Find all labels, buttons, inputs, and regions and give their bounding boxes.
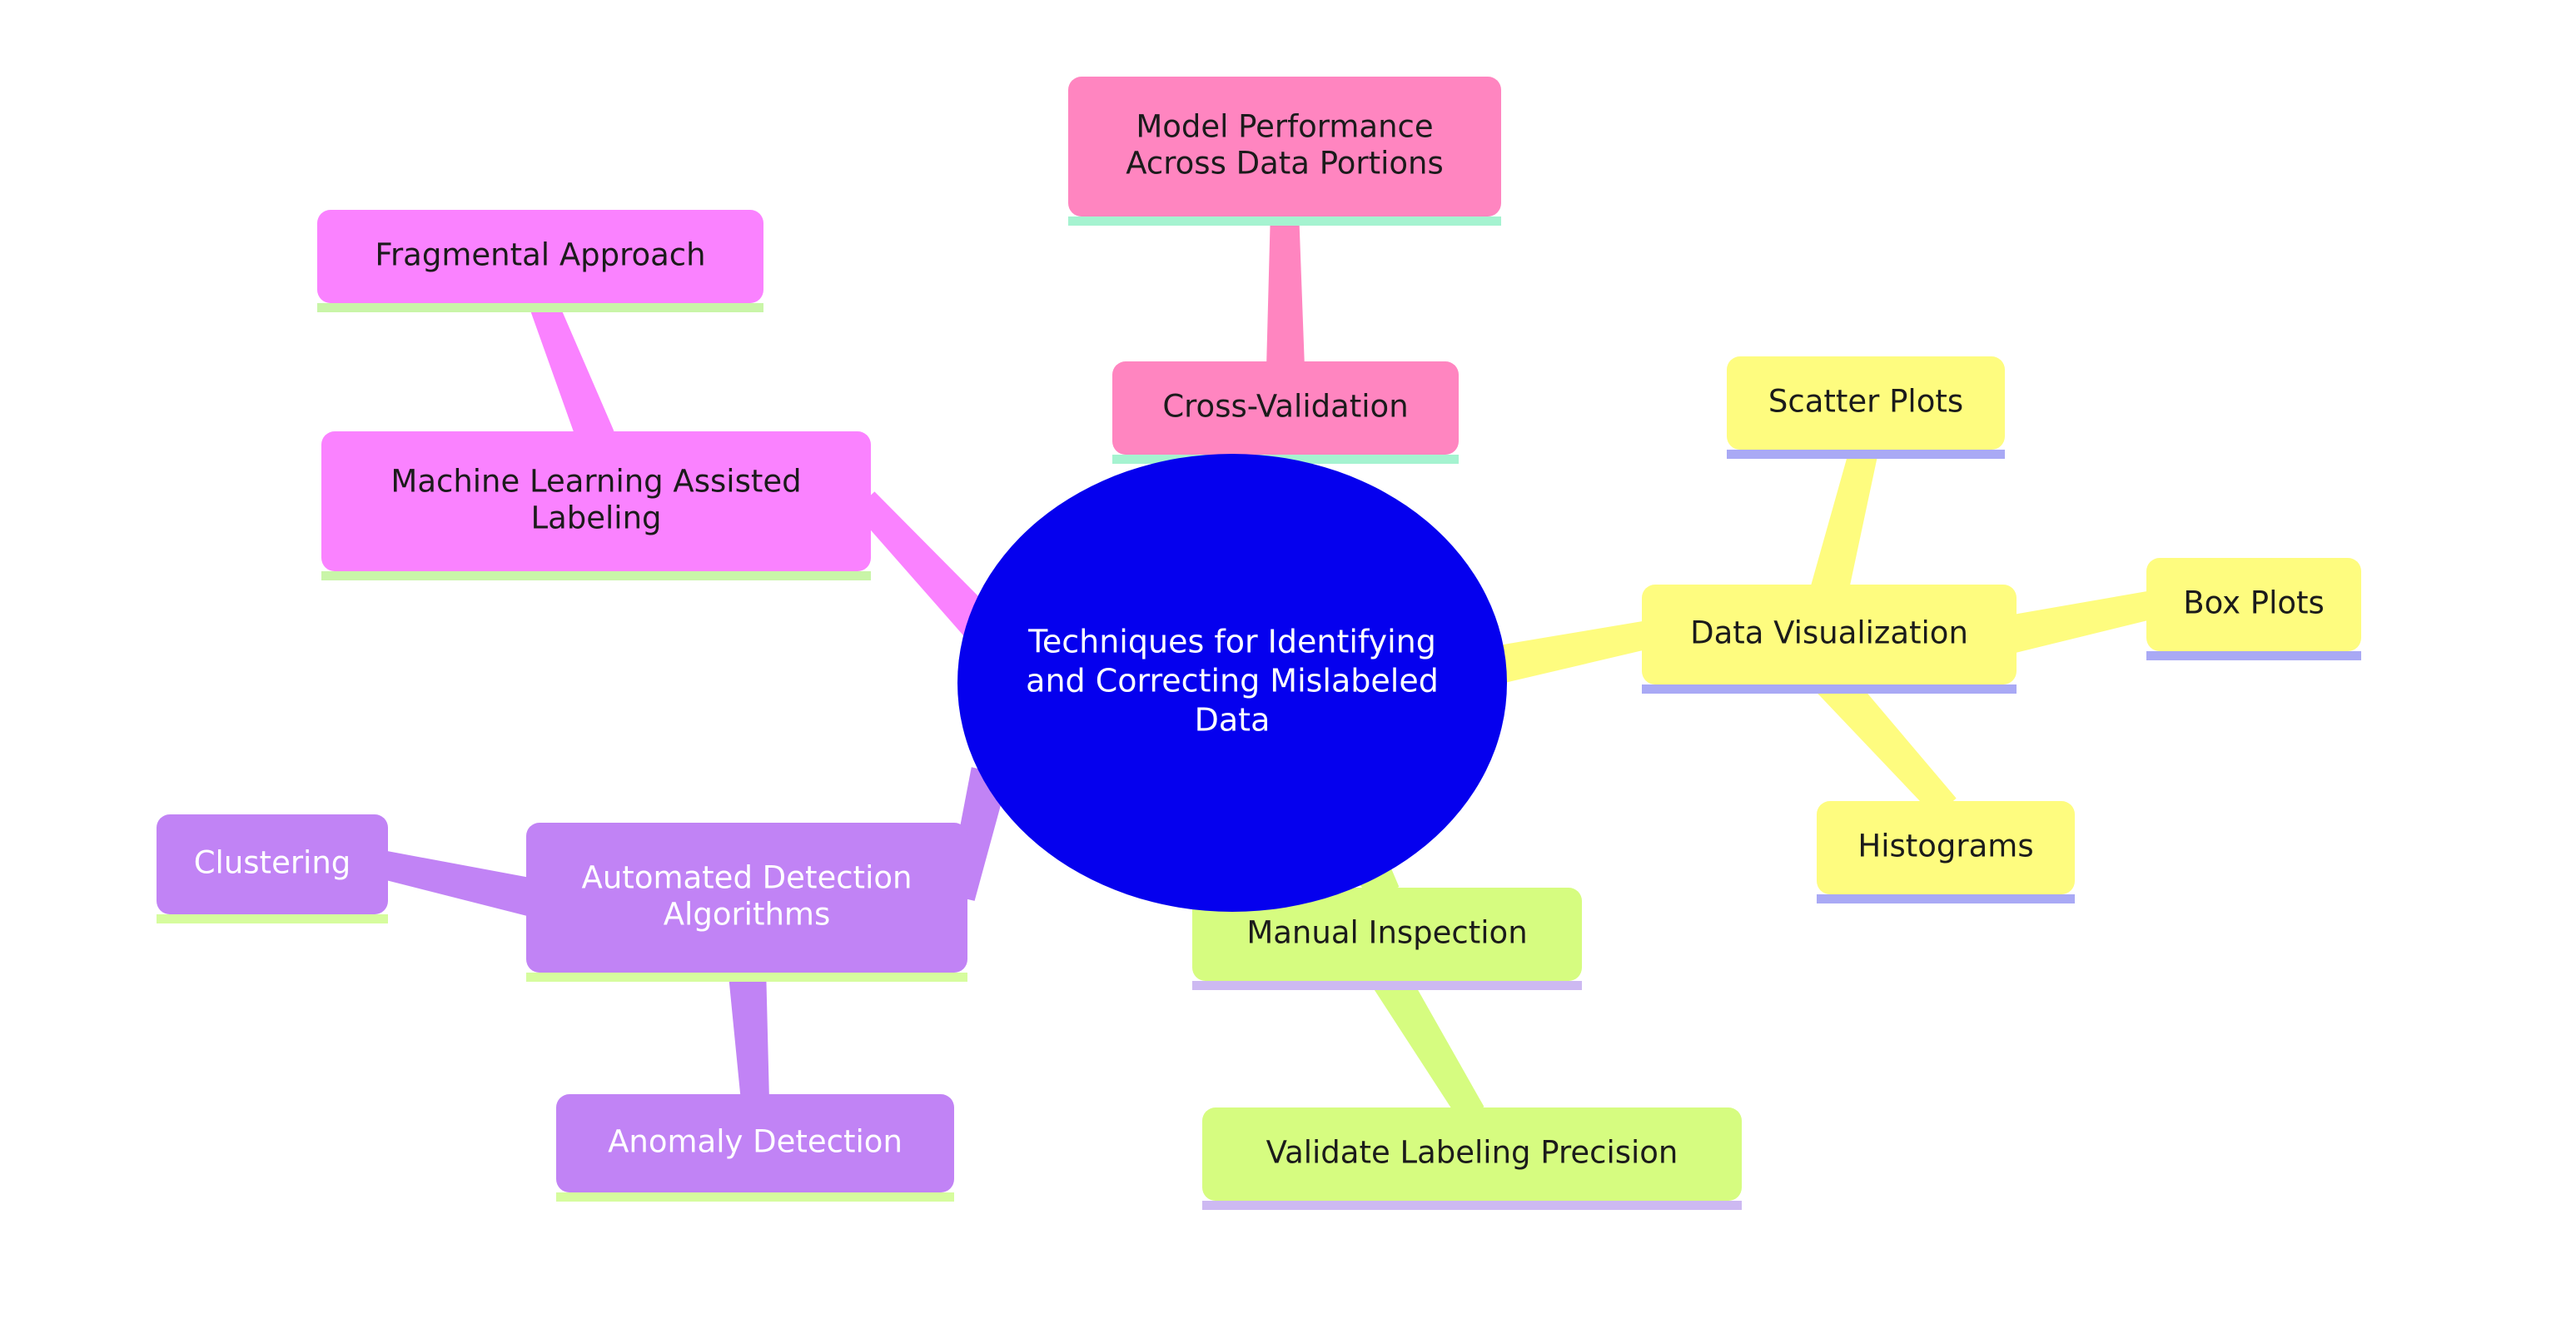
node-accent-bar xyxy=(1642,684,2017,694)
node-accent-bar xyxy=(317,303,763,312)
node-accent-bar xyxy=(1727,450,2005,459)
mindmap-node-model-performance-across-data-portions[interactable]: Model PerformanceAcross Data Portions xyxy=(1068,77,1501,226)
node-accent-bar xyxy=(526,973,967,982)
mindmap-node-validate-labeling-precision[interactable]: Validate Labeling Precision xyxy=(1202,1107,1742,1210)
mindmap-canvas: Model Performance Across Data Portions Cro… xyxy=(0,0,2576,1324)
node-label-line: Cross-Validation xyxy=(1162,389,1408,425)
root-label-line: Data xyxy=(1195,702,1271,739)
root-label-line: and Correcting Mislabeled xyxy=(1026,663,1439,699)
edge-automated-detection-anomaly xyxy=(728,964,769,1103)
node-label-line: Model Performance xyxy=(1136,109,1433,145)
node-label-line: Box Plots xyxy=(2183,585,2325,621)
node-accent-bar xyxy=(2146,651,2361,660)
edge-automated-detection-clustering xyxy=(378,850,537,917)
node-label-line: Machine Learning Assisted xyxy=(390,464,801,500)
mindmap-node-histograms[interactable]: Histograms xyxy=(1817,801,2075,903)
mindmap-node-automated-detection-algorithms[interactable]: Automated DetectionAlgorithms xyxy=(526,823,967,982)
node-label-line: Clustering xyxy=(194,845,351,881)
edge-data-visualization-scatter xyxy=(1810,439,1880,596)
node-label-line: Histograms xyxy=(1857,829,2033,864)
mindmap-node-machine-learning-assisted-labeling[interactable]: Machine Learning AssistedLabeling xyxy=(321,431,871,580)
edge-data-visualization-box-plots xyxy=(2006,590,2156,654)
node-label-line: Validate Labeling Precision xyxy=(1266,1135,1678,1171)
mindmap-root-node[interactable]: Techniques for Identifyingand Correcting… xyxy=(957,454,1507,912)
node-label-line: Automated Detection xyxy=(582,860,913,896)
node-label-line: Algorithms xyxy=(664,897,830,933)
edge-machine-learning-fragmental xyxy=(527,291,614,445)
root-label-line: Techniques for Identifying xyxy=(1027,624,1436,660)
edge-cross-validation-model-performance xyxy=(1266,209,1305,369)
mindmap-node-fragmental-approach[interactable]: Fragmental Approach xyxy=(317,210,763,312)
node-label-line: Fragmental Approach xyxy=(375,237,705,273)
node-accent-bar xyxy=(1068,217,1501,226)
mindmap-node-anomaly-detection[interactable]: Anomaly Detection xyxy=(556,1094,954,1202)
mindmap-node-data-visualization[interactable]: Data Visualization xyxy=(1642,585,2017,694)
node-accent-bar xyxy=(1817,894,2075,903)
mindmap-node-box-plots[interactable]: Box Plots xyxy=(2146,558,2361,660)
edge-root-data-visualization xyxy=(1492,620,1652,684)
mindmap-node-scatter-plots[interactable]: Scatter Plots xyxy=(1727,356,2005,459)
node-label-line: Anomaly Detection xyxy=(608,1124,903,1160)
node-accent-bar xyxy=(157,914,388,923)
node-accent-bar xyxy=(321,571,871,580)
node-label-line: Data Visualization xyxy=(1690,615,1968,651)
node-label-line: Scatter Plots xyxy=(1768,384,1963,420)
mindmap-node-cross-validation[interactable]: Cross-Validation xyxy=(1112,361,1459,464)
node-accent-bar xyxy=(1192,981,1582,990)
node-label-line: Labeling xyxy=(530,500,661,536)
node-accent-bar xyxy=(556,1192,954,1202)
node-label-line: Manual Inspection xyxy=(1246,915,1527,951)
node-accent-bar xyxy=(1202,1201,1742,1210)
mindmap-node-clustering[interactable]: Clustering xyxy=(157,814,388,923)
root-node-layer: Techniques for Identifyingand Correcting… xyxy=(957,454,1507,912)
node-label-line: Across Data Portions xyxy=(1126,146,1443,182)
mindmap-svg: Model PerformanceAcross Data Portions Cro… xyxy=(157,77,2361,1210)
